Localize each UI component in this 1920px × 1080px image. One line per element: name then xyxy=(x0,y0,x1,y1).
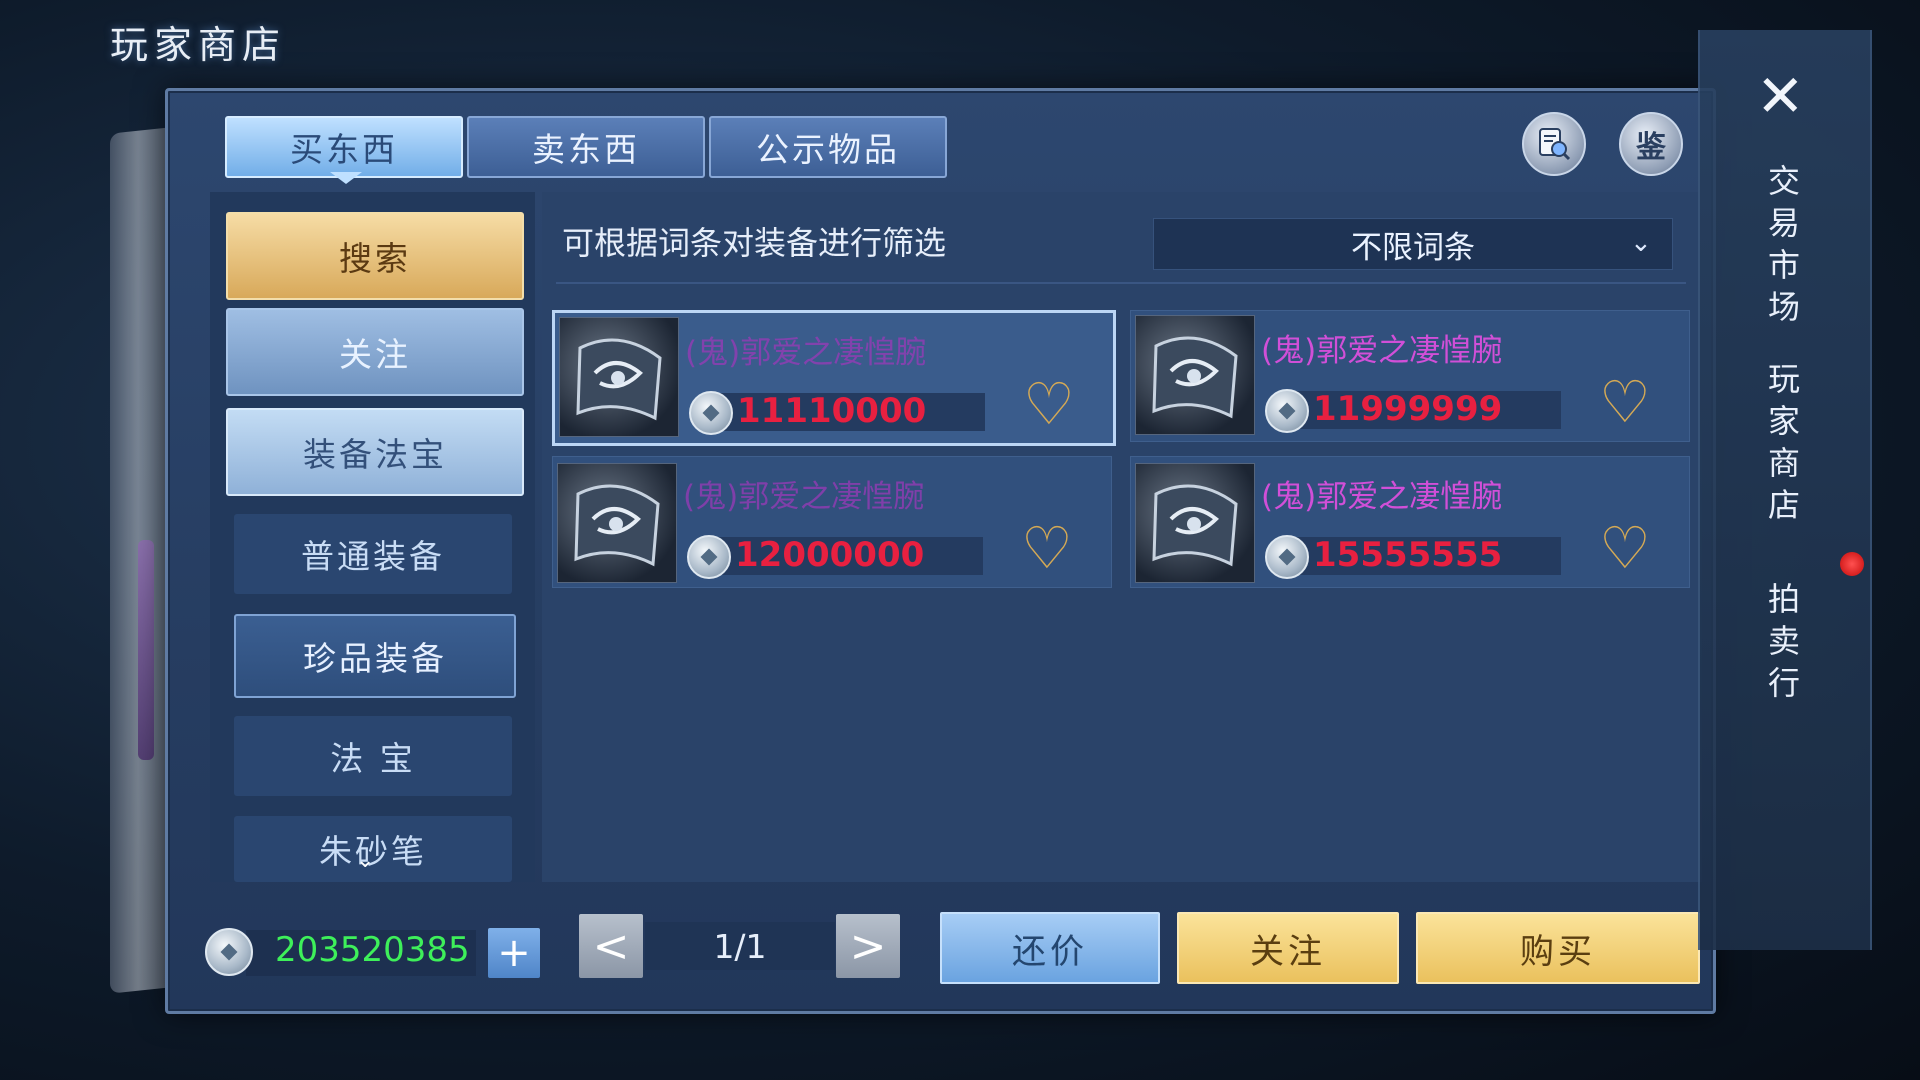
page-title: 玩家商店 xyxy=(110,23,287,67)
nav-auction-house[interactable]: 拍卖行 xyxy=(1764,578,1804,704)
listing-card[interactable]: (鬼)郭爱之凄惶腕 12000000 ♡ xyxy=(552,456,1112,588)
filter-hint: 可根据词条对装备进行筛选 xyxy=(562,224,947,262)
heart-icon[interactable]: ♡ xyxy=(1599,373,1651,431)
bracer-item-icon xyxy=(1135,315,1255,435)
sidebar-item-equipment-treasure[interactable]: 装备法宝 xyxy=(226,408,524,496)
appraise-button[interactable]: 鉴 xyxy=(1619,112,1683,176)
sidebar-item-rare-equipment[interactable]: 珍品装备 xyxy=(234,614,516,698)
sidebar-item-follow[interactable]: 关注 xyxy=(226,308,524,396)
chevron-down-icon: ⌄ xyxy=(1630,228,1652,258)
coin-icon xyxy=(1265,389,1309,433)
divider xyxy=(556,282,1686,284)
sidebar-item-normal-equipment[interactable]: 普通装备 xyxy=(234,514,512,594)
page-indicator: 1/1 xyxy=(645,922,835,970)
item-name: (鬼)郭爱之凄惶腕 xyxy=(1261,479,1503,515)
listing-card[interactable]: (鬼)郭爱之凄惶腕 11110000 ♡ xyxy=(552,310,1116,446)
listing-card[interactable]: (鬼)郭爱之凄惶腕 15555555 ♡ xyxy=(1130,456,1690,588)
prev-page-button[interactable]: < xyxy=(579,914,643,978)
affix-filter-dropdown[interactable]: 不限词条 xyxy=(1153,218,1673,270)
active-tab-pointer xyxy=(330,172,362,184)
item-price: 15555555 xyxy=(1313,535,1503,575)
sidebar-item-treasure[interactable]: 法 宝 xyxy=(234,716,512,796)
item-price: 11110000 xyxy=(737,391,927,431)
tassel-decoration xyxy=(138,540,154,760)
tab-sell[interactable]: 卖东西 xyxy=(467,116,705,178)
coin-icon xyxy=(205,928,253,976)
next-page-button[interactable]: > xyxy=(836,914,900,978)
bracer-item-icon xyxy=(557,463,677,583)
bargain-button[interactable]: 还价 xyxy=(940,912,1160,984)
item-name: (鬼)郭爱之凄惶腕 xyxy=(1261,333,1503,369)
nav-player-shop[interactable]: 玩家商店 xyxy=(1764,358,1804,526)
item-name: (鬼)郭爱之凄惶腕 xyxy=(683,479,925,515)
nav-trade-market[interactable]: 交易市场 xyxy=(1764,160,1804,328)
tab-public-items[interactable]: 公示物品 xyxy=(709,116,947,178)
buy-button[interactable]: 购买 xyxy=(1416,912,1700,984)
heart-icon[interactable]: ♡ xyxy=(1021,519,1073,577)
listing-card[interactable]: (鬼)郭爱之凄惶腕 11999999 ♡ xyxy=(1130,310,1690,442)
follow-button[interactable]: 关注 xyxy=(1177,912,1399,984)
magnifier-scroll-icon xyxy=(1539,128,1571,161)
money-balance: 203520385 xyxy=(275,930,470,970)
heart-icon[interactable]: ♡ xyxy=(1599,519,1651,577)
scroll-down-chevron-icon: ⌄ xyxy=(356,848,375,873)
bracer-item-icon xyxy=(559,317,679,437)
coin-icon xyxy=(689,391,733,435)
item-name: (鬼)郭爱之凄惶腕 xyxy=(685,335,927,371)
coin-icon xyxy=(687,535,731,579)
notification-dot xyxy=(1840,552,1864,576)
heart-icon[interactable]: ♡ xyxy=(1023,375,1075,433)
item-price: 11999999 xyxy=(1313,389,1503,429)
coin-icon xyxy=(1265,535,1309,579)
close-icon[interactable]: ✕ xyxy=(1756,62,1805,130)
search-scroll-button[interactable] xyxy=(1522,112,1586,176)
sidebar-item-search[interactable]: 搜索 xyxy=(226,212,524,300)
add-money-button[interactable]: + xyxy=(488,928,540,978)
tab-buy[interactable]: 买东西 xyxy=(225,116,463,178)
bracer-item-icon xyxy=(1135,463,1255,583)
item-price: 12000000 xyxy=(735,535,925,575)
